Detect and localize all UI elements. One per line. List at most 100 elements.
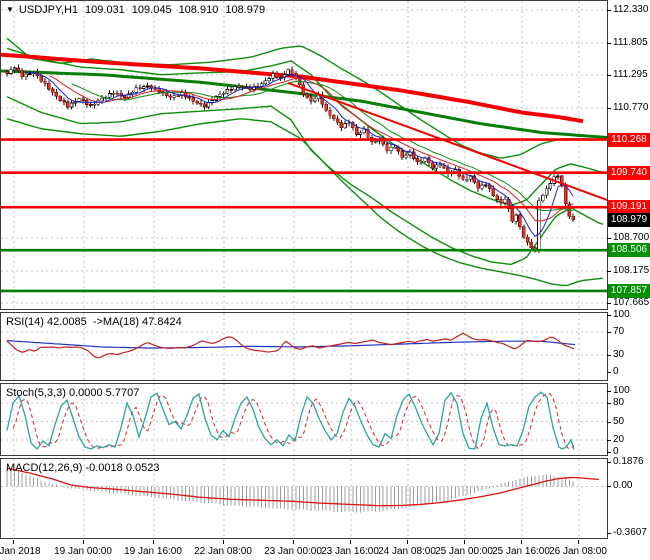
- price-chart-canvas[interactable]: [1, 1, 607, 309]
- price-panel[interactable]: ▼ USDJPY,H1 109.031 109.045 108.910 108.979: [0, 0, 608, 310]
- candle-bull: [111, 92, 116, 95]
- candle-bear: [354, 127, 359, 135]
- candle-bear: [518, 214, 522, 228]
- time-axis-label: 25 Jan 16:00: [492, 546, 550, 557]
- trendline-red[interactable]: [287, 81, 607, 202]
- candle-bull: [9, 69, 13, 74]
- candle-bull: [392, 146, 397, 149]
- price-axis-badge: 110.268: [608, 132, 650, 147]
- rsi-panel[interactable]: RSI(14) 42.0085 ->MA(18) 47.8424: [0, 312, 608, 381]
- candle-bear: [328, 110, 332, 116]
- candle-bear: [138, 87, 142, 89]
- candle-bull: [271, 73, 275, 79]
- stoch-axis-label: 80: [607, 397, 650, 409]
- candle-bull: [434, 164, 439, 169]
- candle-bear: [153, 87, 157, 90]
- candle-bear: [229, 89, 233, 91]
- stochastic-panel[interactable]: Stoch(5,3,3) 0.0000 5.7707: [0, 383, 608, 456]
- price-axis-badge: 108.979: [608, 213, 650, 228]
- stoch-axis-label: 50: [607, 416, 650, 428]
- candle-bear: [115, 92, 119, 95]
- candle-bull: [373, 140, 378, 143]
- rsi-line: [6, 332, 575, 359]
- candle-bear: [571, 215, 575, 221]
- candle-bull: [100, 98, 104, 102]
- stochastic-title: Stoch(5,3,3) 0.0000 5.7707: [6, 387, 140, 399]
- candle-bear: [290, 69, 294, 74]
- candle-bear: [183, 92, 188, 98]
- candle-bear: [495, 195, 499, 200]
- candle-bull: [77, 98, 81, 102]
- candle-bull: [404, 154, 408, 158]
- price-axis-label: 111.295: [607, 69, 650, 81]
- candle-bear: [339, 121, 344, 129]
- candle-bear: [88, 104, 93, 106]
- candle-bull: [313, 98, 317, 102]
- candle-bear: [202, 103, 207, 108]
- macd-axis-label: 0.00: [607, 480, 650, 492]
- candle-bear: [5, 71, 9, 74]
- candle-bull: [438, 164, 442, 167]
- rsi-axis-label: 70: [607, 326, 650, 338]
- candle-bull: [92, 103, 97, 106]
- candle-bear: [491, 188, 496, 197]
- candle-bear: [240, 85, 245, 88]
- candle-bear: [47, 82, 51, 90]
- candle-bear: [324, 103, 328, 111]
- candle-bull: [544, 188, 549, 196]
- candle-bull: [362, 128, 366, 133]
- candle-bear: [62, 100, 66, 103]
- candle-bull: [465, 178, 469, 181]
- rsi-axis-label: 30: [607, 349, 650, 361]
- candle-bear: [20, 70, 24, 78]
- ohlc-high: 109.045: [131, 4, 172, 16]
- candle-bull: [267, 78, 271, 82]
- candle-bear: [476, 181, 480, 189]
- time-axis-label: 26 Jan 08:00: [549, 546, 607, 557]
- candle-bull: [503, 198, 507, 204]
- price-axis-label: 108.175: [607, 264, 650, 276]
- chart-title: ▼ USDJPY,H1 109.031 109.045 108.910 108.979: [6, 4, 265, 16]
- candle-bull: [69, 102, 74, 108]
- candle-bull: [210, 100, 214, 103]
- candle-bear: [529, 241, 534, 249]
- candle-bull: [134, 87, 138, 93]
- macd-axis-label: 0.1876: [607, 456, 650, 468]
- collapse-triangle-icon[interactable]: ▼: [6, 5, 14, 14]
- candle-bear: [16, 67, 21, 72]
- candle-bear: [332, 115, 336, 120]
- candle-bear: [461, 175, 465, 180]
- candle-bull: [221, 92, 226, 95]
- candle-bull: [286, 69, 290, 75]
- bollinger-long-lower: [6, 118, 604, 287]
- time-axis-label: 19 Jan 16:00: [124, 546, 182, 557]
- candle-bear: [157, 88, 161, 93]
- candle-bear: [123, 95, 127, 98]
- candle-bull: [358, 132, 363, 135]
- candle-bull: [12, 67, 17, 71]
- candle-bear: [164, 92, 169, 97]
- candle-bull: [480, 184, 484, 189]
- time-axis-tick: [293, 540, 294, 544]
- candle-bear: [187, 96, 192, 99]
- rsi-axis-label: 100: [607, 309, 650, 321]
- candle-bull: [548, 183, 553, 190]
- candle-bear: [43, 80, 47, 84]
- macd-panel[interactable]: MACD(12,26,9) -0.0018 0.0523: [0, 458, 608, 539]
- candle-bear: [58, 96, 62, 101]
- candle-bull: [225, 89, 230, 94]
- time-axis-label: 22 Jan 08:00: [194, 546, 252, 557]
- candle-bear: [415, 158, 420, 163]
- candle-bull: [28, 73, 32, 75]
- time-axis-tick: [464, 540, 465, 544]
- price-axis-badge: 109.740: [608, 165, 650, 180]
- candle-bear: [522, 226, 526, 238]
- candle-bull: [233, 86, 237, 91]
- mt4-chart-window: ▼ USDJPY,H1 109.031 109.045 108.910 108.979 R…: [0, 0, 650, 560]
- symbol-period: USDJPY,H1: [18, 4, 79, 16]
- macd-title: MACD(12,26,9) -0.0018 0.0523: [6, 462, 160, 474]
- stoch-axis-label: 100: [607, 385, 650, 397]
- candle-bear: [176, 95, 180, 97]
- candle-bear: [525, 236, 530, 243]
- candle-bull: [263, 80, 268, 85]
